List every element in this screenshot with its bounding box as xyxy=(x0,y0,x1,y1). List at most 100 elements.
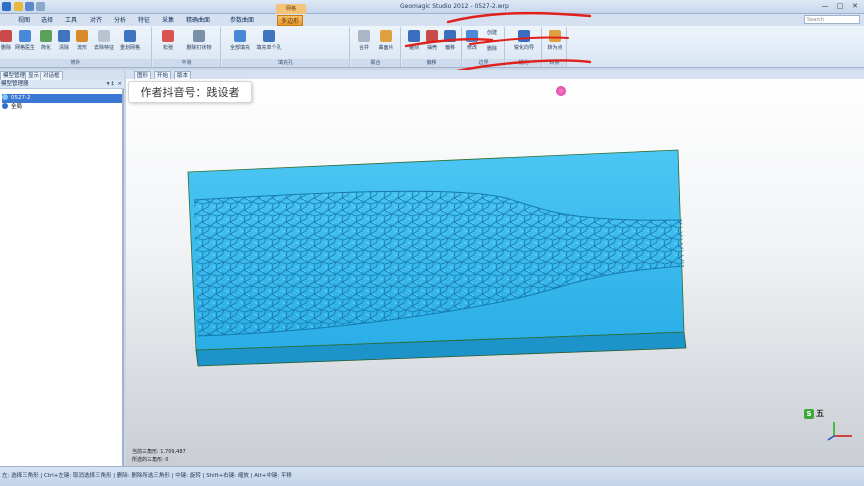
close-panel-icon[interactable]: × xyxy=(117,80,122,89)
panel-title: 模型管理器 xyxy=(1,81,29,87)
cursor-pointer-icon xyxy=(556,86,566,96)
mesh-model[interactable] xyxy=(126,70,864,466)
window-title: Geomagic Studio 2012 - 0527-2.wrp xyxy=(400,3,509,10)
graphics-viewport[interactable]: 图形 开始 版本 作者抖音号：践设者 当前三角形: 1,709,487 所选的三… xyxy=(126,70,864,466)
merge-button[interactable]: 合并 xyxy=(355,30,373,51)
merge-icon xyxy=(358,30,370,42)
remesh-icon xyxy=(124,30,136,42)
tab-analysis[interactable]: 分析 xyxy=(114,15,126,26)
simplify-icon xyxy=(40,30,52,42)
sculpt-button[interactable]: 雕刻 xyxy=(406,30,422,51)
mesh-doctor-button[interactable]: 网格医生 xyxy=(14,30,36,51)
modify-boundary-icon xyxy=(466,30,478,42)
remesh-button[interactable]: 重划网格 xyxy=(118,30,142,51)
fill-all-button[interactable]: 全部填充 xyxy=(228,30,252,51)
fill-single-button[interactable]: 填充单个孔 xyxy=(254,30,284,51)
shell-button[interactable]: 抽壳 xyxy=(424,30,440,51)
manifold-button[interactable]: 流形 xyxy=(74,30,90,51)
convert-to-points-icon xyxy=(549,30,561,42)
tab-capture[interactable]: 采集 xyxy=(162,15,174,26)
patch-button[interactable]: 曲面片 xyxy=(375,30,397,51)
save-icon[interactable] xyxy=(25,2,34,11)
axis-triad xyxy=(827,422,852,441)
context-tab-label: 网格 xyxy=(276,4,306,14)
group-label-offset: 偏移 xyxy=(402,59,461,67)
remove-features-icon xyxy=(98,30,110,42)
sharpen-wizard-button[interactable]: 锐化向导 xyxy=(508,30,540,51)
group-boundary: 修改 创建 删除 边界 xyxy=(463,27,505,67)
shell-icon xyxy=(426,30,438,42)
tab-select[interactable]: 选择 xyxy=(41,15,53,26)
group-convert: 转为点 转换 xyxy=(543,27,567,67)
clean-icon xyxy=(58,30,70,42)
ime-s-icon: S xyxy=(804,409,814,419)
status-text: 左: 选择三角形 | Ctrl+左键: 取消选择三角形 | 删除: 删除所选三角… xyxy=(2,473,292,479)
group-label-union: 联合 xyxy=(351,59,400,67)
tree-item-model[interactable]: 0527-2 xyxy=(2,94,122,103)
maximize-button[interactable]: □ xyxy=(833,1,847,11)
offset-icon xyxy=(444,30,456,42)
triangle-info: 当前三角形: 1,709,487 所选的三角形: 0 xyxy=(132,448,186,464)
fill-all-icon xyxy=(234,30,246,42)
remove-spikes-icon xyxy=(193,30,205,42)
ime-text: 五 xyxy=(816,409,824,418)
group-label-smooth: 平滑 xyxy=(153,59,220,67)
tab-polygons[interactable]: 多边形 xyxy=(277,15,304,26)
close-button[interactable]: ✕ xyxy=(848,1,862,11)
group-label-sharpen: 锐化 xyxy=(506,59,541,67)
open-icon[interactable] xyxy=(14,2,23,11)
left-panel-tabs: 模型管理器 显示 对话框 xyxy=(0,70,124,80)
search-input[interactable]: Search xyxy=(804,15,860,24)
group-repair: 删除 网格医生 简化 清除 流形 去除特征 重划网格 修补 xyxy=(0,27,152,67)
remove-features-button[interactable]: 去除特征 xyxy=(92,30,116,51)
sharpen-wizard-icon xyxy=(518,30,530,42)
tab-align[interactable]: 对齐 xyxy=(90,15,102,26)
ribbon-tabs: 视图 选择 工具 对齐 分析 特征 采集 精确曲面 参数曲面 多边形 xyxy=(0,14,864,26)
delete-boundary-button[interactable]: 删除 xyxy=(483,45,501,52)
app-logo-icon[interactable] xyxy=(2,2,11,11)
tab-features[interactable]: 特征 xyxy=(138,15,150,26)
group-fill-holes: 全部填充 填充单个孔 填充孔 xyxy=(222,27,350,67)
tab-tools[interactable]: 工具 xyxy=(65,15,77,26)
patch-icon xyxy=(380,30,392,42)
create-boundary-button[interactable]: 创建 xyxy=(483,29,501,36)
relax-button[interactable]: 松弛 xyxy=(159,30,177,51)
clean-button[interactable]: 清除 xyxy=(56,30,72,51)
modify-boundary-button[interactable]: 修改 xyxy=(465,30,479,51)
status-bar: 左: 选择三角形 | Ctrl+左键: 取消选择三角形 | 删除: 删除所选三角… xyxy=(0,466,864,486)
tab-parametric-surfaces[interactable]: 参数曲面 xyxy=(230,15,254,26)
tab-view[interactable]: 视图 xyxy=(18,15,30,26)
triangle-count: 当前三角形: 1,709,487 xyxy=(132,449,186,455)
minimize-button[interactable]: — xyxy=(818,1,832,11)
simplify-button[interactable]: 简化 xyxy=(38,30,54,51)
ribbon-body: 删除 网格医生 简化 清除 流形 去除特征 重划网格 修补 松弛 删除钉状物 平… xyxy=(0,26,864,68)
selected-triangle-count: 所选的三角形: 0 xyxy=(132,457,169,463)
delete-icon xyxy=(0,30,12,42)
ime-badge: S五 xyxy=(804,408,824,419)
tree-item-global[interactable]: 全局 xyxy=(2,103,122,112)
model-manager-panel: 模型管理器 显示 对话框 模型管理器 ▾ ‡ × 0527-2 全局 xyxy=(0,70,124,466)
relax-icon xyxy=(162,30,174,42)
mesh-doctor-icon xyxy=(19,30,31,42)
panel-header: 模型管理器 ▾ ‡ × xyxy=(0,80,124,89)
delete-button[interactable]: 删除 xyxy=(0,30,12,51)
group-label-fill-holes: 填充孔 xyxy=(222,59,349,67)
tab-exact-surfaces[interactable]: 精确曲面 xyxy=(186,15,210,26)
group-label-convert: 转换 xyxy=(543,59,566,67)
undo-icon[interactable] xyxy=(36,2,45,11)
offset-button[interactable]: 偏移 xyxy=(442,30,458,51)
sculpt-icon xyxy=(408,30,420,42)
group-label-boundary: 边界 xyxy=(463,59,504,67)
group-union: 合并 曲面片 联合 xyxy=(351,27,401,67)
pin-icon[interactable]: ▾ ‡ xyxy=(107,80,114,89)
group-sharpen: 锐化向导 锐化 xyxy=(506,27,542,67)
group-offset: 雕刻 抽壳 偏移 偏移 xyxy=(402,27,462,67)
fill-single-icon xyxy=(263,30,275,42)
group-smooth: 松弛 删除钉状物 平滑 xyxy=(153,27,221,67)
remove-spikes-button[interactable]: 删除钉状物 xyxy=(181,30,217,51)
tab-dialog[interactable]: 对话框 xyxy=(40,71,63,80)
global-icon xyxy=(2,103,8,109)
manifold-icon xyxy=(76,30,88,42)
title-bar: Geomagic Studio 2012 - 0527-2.wrp — □ ✕ xyxy=(0,0,864,14)
convert-to-points-button[interactable]: 转为点 xyxy=(545,30,565,51)
